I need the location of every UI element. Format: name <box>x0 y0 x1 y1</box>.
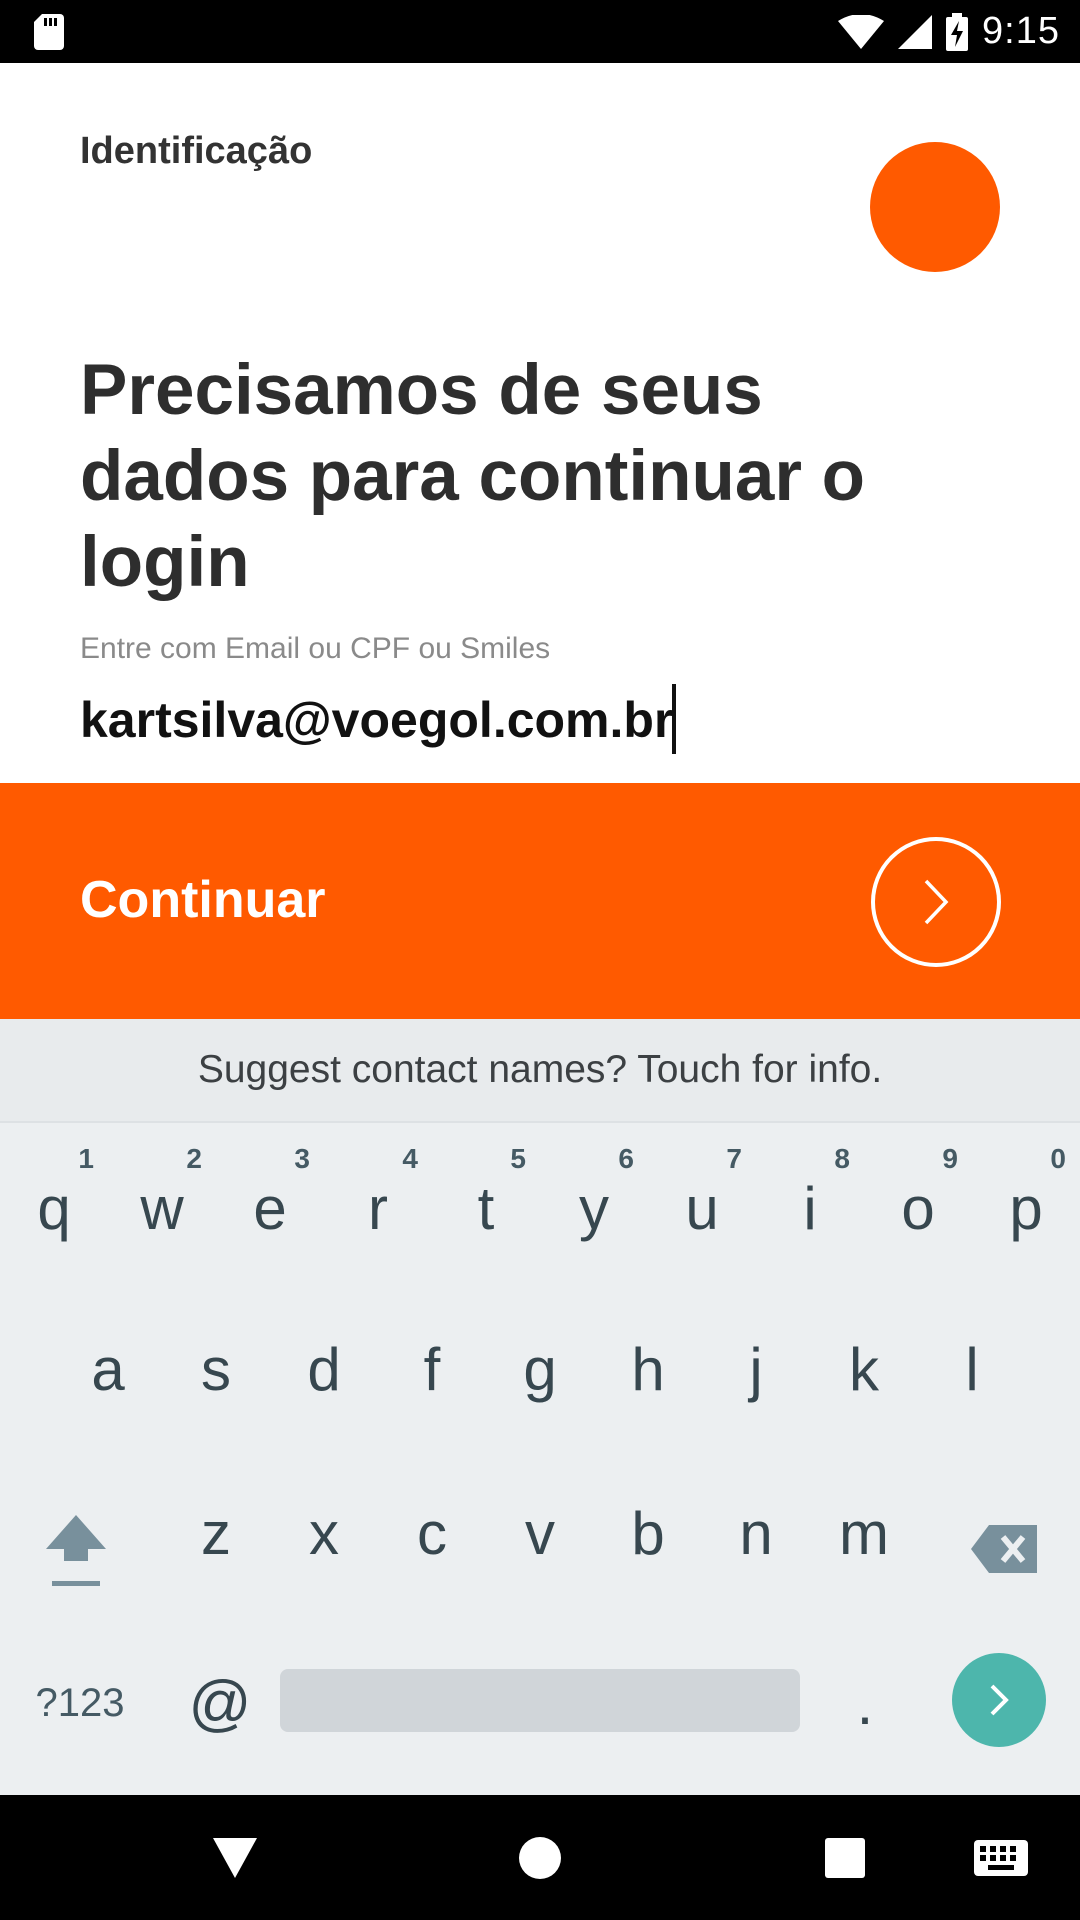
key-label: q <box>37 1174 71 1242</box>
key-a[interactable]: a <box>54 1289 162 1449</box>
status-time: 9:15 <box>982 10 1060 52</box>
brand-circle <box>870 142 1000 272</box>
continue-button[interactable]: Continuar <box>0 783 1080 1019</box>
cell-signal-icon <box>898 14 933 49</box>
key-label: e <box>253 1174 287 1242</box>
key-h[interactable]: h <box>594 1289 702 1449</box>
key-j[interactable]: j <box>702 1289 810 1449</box>
key-e[interactable]: 3e <box>216 1123 324 1283</box>
key-hint: 5 <box>510 1143 526 1174</box>
headline: Precisamos de seus dados para continuar … <box>80 351 866 602</box>
navigation-bar <box>0 1795 1080 1920</box>
key-hint: 1 <box>78 1143 94 1174</box>
key-y[interactable]: 6y <box>540 1123 648 1283</box>
status-bar: 9:15 <box>0 0 1080 63</box>
key-u[interactable]: 7u <box>648 1123 756 1283</box>
key-v[interactable]: v <box>486 1453 594 1613</box>
back-icon[interactable] <box>190 1795 280 1920</box>
space-key[interactable] <box>280 1669 800 1732</box>
key-label: u <box>685 1174 719 1242</box>
chevron-right-icon <box>990 1684 1009 1716</box>
key-l[interactable]: l <box>918 1289 1026 1449</box>
key-label: p <box>1009 1174 1043 1242</box>
key-hint: 3 <box>294 1143 310 1174</box>
backspace-key[interactable] <box>950 1469 1058 1629</box>
sd-card-icon <box>34 14 64 50</box>
key-hint: 6 <box>618 1143 634 1174</box>
key-b[interactable]: b <box>594 1453 702 1613</box>
key-z[interactable]: z <box>162 1453 270 1613</box>
chevron-right-icon <box>871 837 1001 967</box>
key-label: o <box>901 1174 935 1242</box>
key-o[interactable]: 9o <box>864 1123 972 1283</box>
key-f[interactable]: f <box>378 1289 486 1449</box>
battery-charging-icon <box>946 12 969 51</box>
key-g[interactable]: g <box>486 1289 594 1449</box>
login-input[interactable] <box>80 685 1000 755</box>
home-icon[interactable] <box>495 1795 585 1920</box>
key-c[interactable]: c <box>378 1453 486 1613</box>
key-x[interactable]: x <box>270 1453 378 1613</box>
key-m[interactable]: m <box>810 1453 918 1613</box>
login-input-label: Entre com Email ou CPF ou Smiles <box>80 632 551 665</box>
continue-button-label: Continuar <box>80 871 326 929</box>
key-label: y <box>579 1174 609 1242</box>
key-q[interactable]: 1q <box>0 1123 108 1283</box>
key-k[interactable]: k <box>810 1289 918 1449</box>
key-hint: 7 <box>726 1143 742 1174</box>
key-hint: 0 <box>1050 1143 1066 1174</box>
key-hint: 8 <box>834 1143 850 1174</box>
key-i[interactable]: 8i <box>756 1123 864 1283</box>
key-label: i <box>803 1174 817 1242</box>
key-w[interactable]: 2w <box>108 1123 216 1283</box>
shift-key[interactable] <box>22 1469 130 1629</box>
key-p[interactable]: 0p <box>972 1123 1080 1283</box>
key-t[interactable]: 5t <box>432 1123 540 1283</box>
at-key[interactable]: @ <box>170 1653 270 1753</box>
keyboard-switch-icon[interactable] <box>955 1795 1047 1920</box>
key-label: r <box>368 1174 388 1242</box>
period-key[interactable]: . <box>820 1653 910 1753</box>
recents-icon[interactable] <box>800 1795 890 1920</box>
suggestion-strip[interactable]: Suggest contact names? Touch for info. <box>0 1019 1080 1123</box>
symbols-key[interactable]: ?123 <box>20 1653 140 1753</box>
enter-key[interactable] <box>952 1653 1046 1747</box>
text-cursor <box>672 684 676 754</box>
key-label: w <box>140 1174 184 1242</box>
key-hint: 2 <box>186 1143 202 1174</box>
key-label: t <box>477 1174 495 1242</box>
key-hint: 4 <box>402 1143 418 1174</box>
key-r[interactable]: 4r <box>324 1123 432 1283</box>
key-hint: 9 <box>942 1143 958 1174</box>
key-s[interactable]: s <box>162 1289 270 1449</box>
wifi-icon <box>838 14 885 49</box>
keyboard: 1q2w3e4r5t6y7u8i9o0p asdfghjkl zxcvbnm ?… <box>0 1123 1080 1795</box>
key-d[interactable]: d <box>270 1289 378 1449</box>
key-n[interactable]: n <box>702 1453 810 1613</box>
page-title: Identificação <box>80 130 313 172</box>
